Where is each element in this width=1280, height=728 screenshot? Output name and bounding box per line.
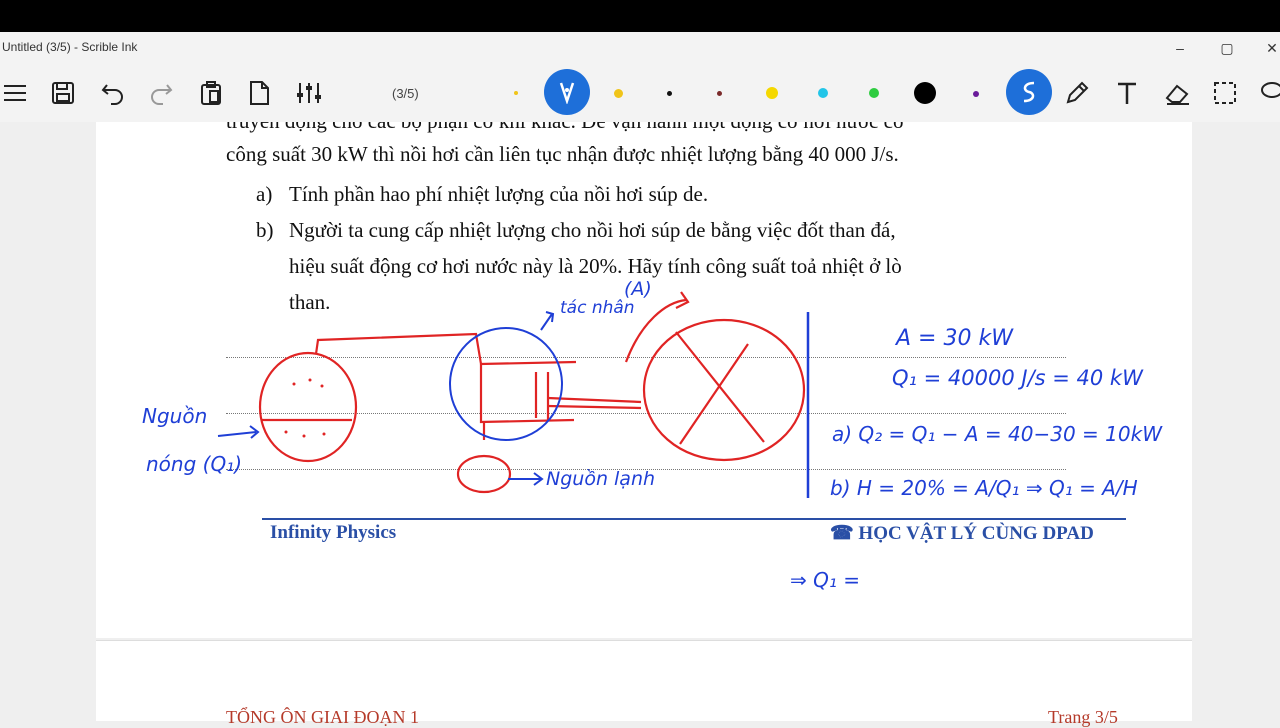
color-black-large-swatch[interactable] <box>914 82 936 104</box>
cold-source-label: Nguồn lạnh <box>546 468 656 490</box>
eraser-icon[interactable] <box>1162 78 1192 108</box>
clipboard-icon[interactable] <box>196 78 226 108</box>
hot-arrow <box>217 425 260 439</box>
text-icon[interactable] <box>1112 78 1142 108</box>
screen-top-bar <box>0 0 1280 32</box>
select-icon[interactable] <box>1210 78 1240 108</box>
color-yellow-swatch[interactable] <box>614 89 623 98</box>
save-icon[interactable] <box>48 78 78 108</box>
lasso-icon[interactable] <box>1256 78 1280 108</box>
sliders-icon[interactable] <box>294 78 324 108</box>
cold-arrow <box>508 472 544 486</box>
piston-rod <box>547 396 642 410</box>
equation-5: ⇒ Q₁ = <box>790 568 860 592</box>
equation-3: a) Q₂ = Q₁ − A = 40−30 = 10kW <box>832 422 1162 446</box>
toolbar: (3/5) <box>0 64 1280 122</box>
flywheel-cross <box>675 331 765 445</box>
equation-1: A = 30 kW <box>896 326 1013 351</box>
color-gold-swatch[interactable] <box>766 87 778 99</box>
color-green-swatch[interactable] <box>869 88 879 98</box>
equation-2: Q₁ = 40000 J/s = 40 kW <box>892 366 1143 390</box>
working-agent-circle <box>449 327 563 441</box>
color-brown-swatch[interactable] <box>717 91 722 96</box>
pen-color-swatch[interactable] <box>514 91 518 95</box>
work-A-label: (A) <box>624 278 652 300</box>
maximize-button[interactable]: ▢ <box>1207 36 1247 60</box>
page-indicator: (3/5) <box>392 86 419 101</box>
page-icon[interactable] <box>244 78 274 108</box>
window-title: Untitled (3/5) - Scrible Ink <box>2 40 138 54</box>
window-title-bar: Untitled (3/5) - Scrible Ink – ▢ ✕ <box>0 32 1280 64</box>
hot-source-circle <box>258 351 358 463</box>
next-page[interactable]: TỔNG ÔN GIAI ĐOẠN 1 Trang 3/5 <box>96 640 1192 727</box>
close-button[interactable]: ✕ <box>1252 36 1280 60</box>
color-purple-swatch[interactable] <box>973 91 979 97</box>
next-page-header-left: TỔNG ÔN GIAI ĐOẠN 1 <box>226 707 419 727</box>
equation-4: b) H = 20% = A/Q₁ ⇒ Q₁ = A/H <box>830 476 1138 500</box>
cold-source-circle <box>456 454 512 494</box>
scribble-icon[interactable] <box>1006 69 1052 115</box>
pencil-icon[interactable] <box>1062 78 1092 108</box>
hot-source-label: Nguồn <box>142 404 208 428</box>
redo-icon[interactable] <box>146 78 176 108</box>
undo-icon[interactable] <box>98 78 128 108</box>
flywheel-circle <box>642 318 806 462</box>
pen-tool-active-icon[interactable] <box>544 69 590 115</box>
minimize-button[interactable]: – <box>1160 36 1200 60</box>
working-agent-label: tác nhân <box>560 298 635 318</box>
menu-icon[interactable] <box>0 78 30 108</box>
hot-source-label-2: nóng (Q₁) <box>146 452 243 476</box>
agent-arrow <box>540 311 555 331</box>
color-cyan-swatch[interactable] <box>818 88 828 98</box>
next-page-header-right: Trang 3/5 <box>1048 707 1118 727</box>
color-black-small-swatch[interactable] <box>667 91 672 96</box>
document-page[interactable]: truyền động cho các bộ phận cơ khí khác.… <box>96 122 1192 638</box>
